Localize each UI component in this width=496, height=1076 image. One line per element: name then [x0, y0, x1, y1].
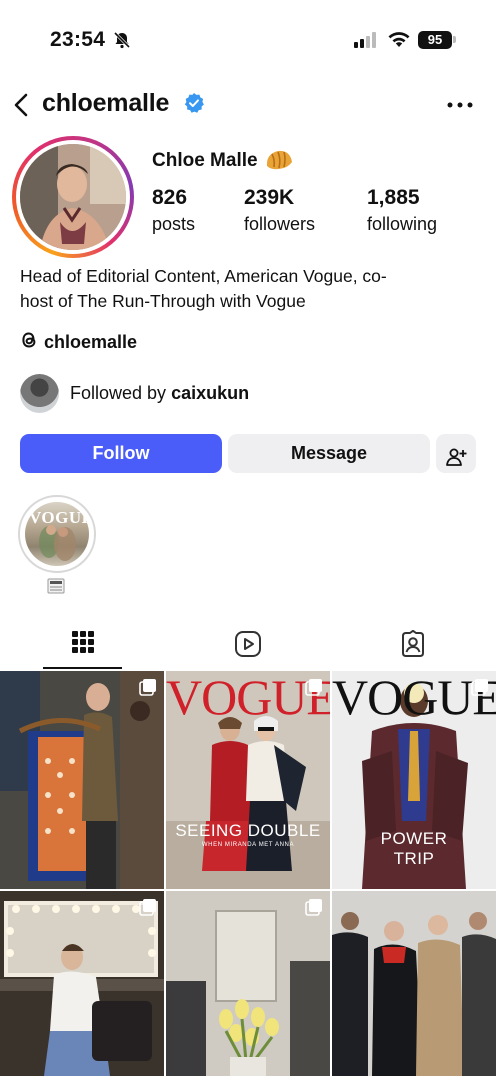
followed-by-row[interactable]: Followed by caixukun — [20, 373, 249, 413]
back-icon[interactable] — [8, 90, 36, 120]
stat-followers[interactable]: 239K followers — [244, 186, 315, 235]
tab-tagged[interactable] — [330, 620, 495, 668]
verified-badge-icon — [183, 92, 205, 119]
post-tile[interactable]: VOGUE POWER TRIP — [332, 671, 496, 889]
stat-following-value: 1,885 — [367, 186, 420, 209]
message-button[interactable]: Message — [228, 434, 430, 473]
post-tile[interactable] — [0, 891, 164, 1076]
post-tile[interactable]: VOGUE SEEING DOUBLE WHEN MIRANDA MET ANN… — [166, 671, 330, 889]
add-person-icon — [445, 443, 467, 482]
threads-icon — [20, 330, 38, 355]
post-tile[interactable] — [332, 891, 496, 1076]
cover-subline: WHEN MIRANDA MET ANNA — [201, 842, 295, 848]
stat-posts-value: 826 — [152, 186, 188, 209]
stat-posts[interactable]: 826 posts — [152, 186, 195, 235]
wifi-icon — [387, 30, 411, 53]
follow-button[interactable]: Follow — [20, 434, 222, 473]
post-tile[interactable] — [166, 891, 330, 1076]
cover-headline: POWER TRIP — [380, 829, 448, 868]
avatar-border — [16, 140, 130, 254]
profile-tabs — [0, 620, 496, 670]
profile-header: chloemalle — [0, 84, 496, 126]
profile-full-name: Chloe Malle — [152, 150, 258, 171]
follower-avatar — [20, 373, 59, 413]
avatar — [20, 144, 126, 250]
profile-bio: Head of Editorial Content, American Vogu… — [20, 264, 476, 314]
stat-following[interactable]: 1,885 following — [367, 186, 437, 235]
threads-handle: chloemalle — [44, 331, 138, 352]
bio-line-2: host of The Run-Through with Vogue — [20, 291, 306, 311]
page-title: chloemalle — [42, 89, 170, 117]
story-highlight[interactable]: VOGUE — [18, 495, 96, 573]
avatar-story-ring[interactable] — [12, 136, 134, 258]
stat-posts-label: posts — [152, 214, 196, 234]
status-time: 23:54 — [50, 28, 106, 51]
followed-by-text: Followed by caixukun — [70, 383, 249, 404]
add-person-button[interactable] — [436, 434, 476, 473]
carousel-icon — [305, 898, 323, 921]
posts-grid: VOGUE SEEING DOUBLE WHEN MIRANDA MET ANN… — [0, 671, 496, 1076]
status-bar: 23:54 95 — [0, 0, 496, 80]
cover-headline: SEEING DOUBLE — [175, 821, 321, 840]
post-tile[interactable] — [0, 671, 164, 889]
stat-followers-label: followers — [244, 214, 316, 234]
highlight-cover: VOGUE — [25, 502, 89, 566]
active-tab-indicator — [43, 667, 122, 669]
tab-grid[interactable] — [0, 620, 165, 668]
battery-cap — [453, 36, 456, 43]
newspaper-icon — [47, 578, 65, 594]
stat-following-label: following — [367, 214, 438, 234]
croissant-icon — [264, 146, 294, 179]
battery-icon: 95 — [418, 31, 452, 49]
carousel-icon — [139, 678, 157, 701]
followed-by-prefix: Followed by — [70, 382, 172, 403]
followed-by-name: caixukun — [171, 382, 250, 403]
bio-line-1: Head of Editorial Content, American Vogu… — [20, 266, 387, 286]
carousel-icon — [305, 678, 323, 701]
bell-slash-icon — [113, 31, 131, 54]
carousel-icon — [471, 678, 489, 701]
carousel-icon — [139, 898, 157, 921]
stat-followers-value: 239K — [244, 186, 295, 209]
signal-icon — [354, 32, 378, 53]
threads-link[interactable]: chloemalle — [20, 330, 137, 354]
tab-reels[interactable] — [165, 620, 330, 668]
more-icon[interactable] — [446, 96, 474, 114]
